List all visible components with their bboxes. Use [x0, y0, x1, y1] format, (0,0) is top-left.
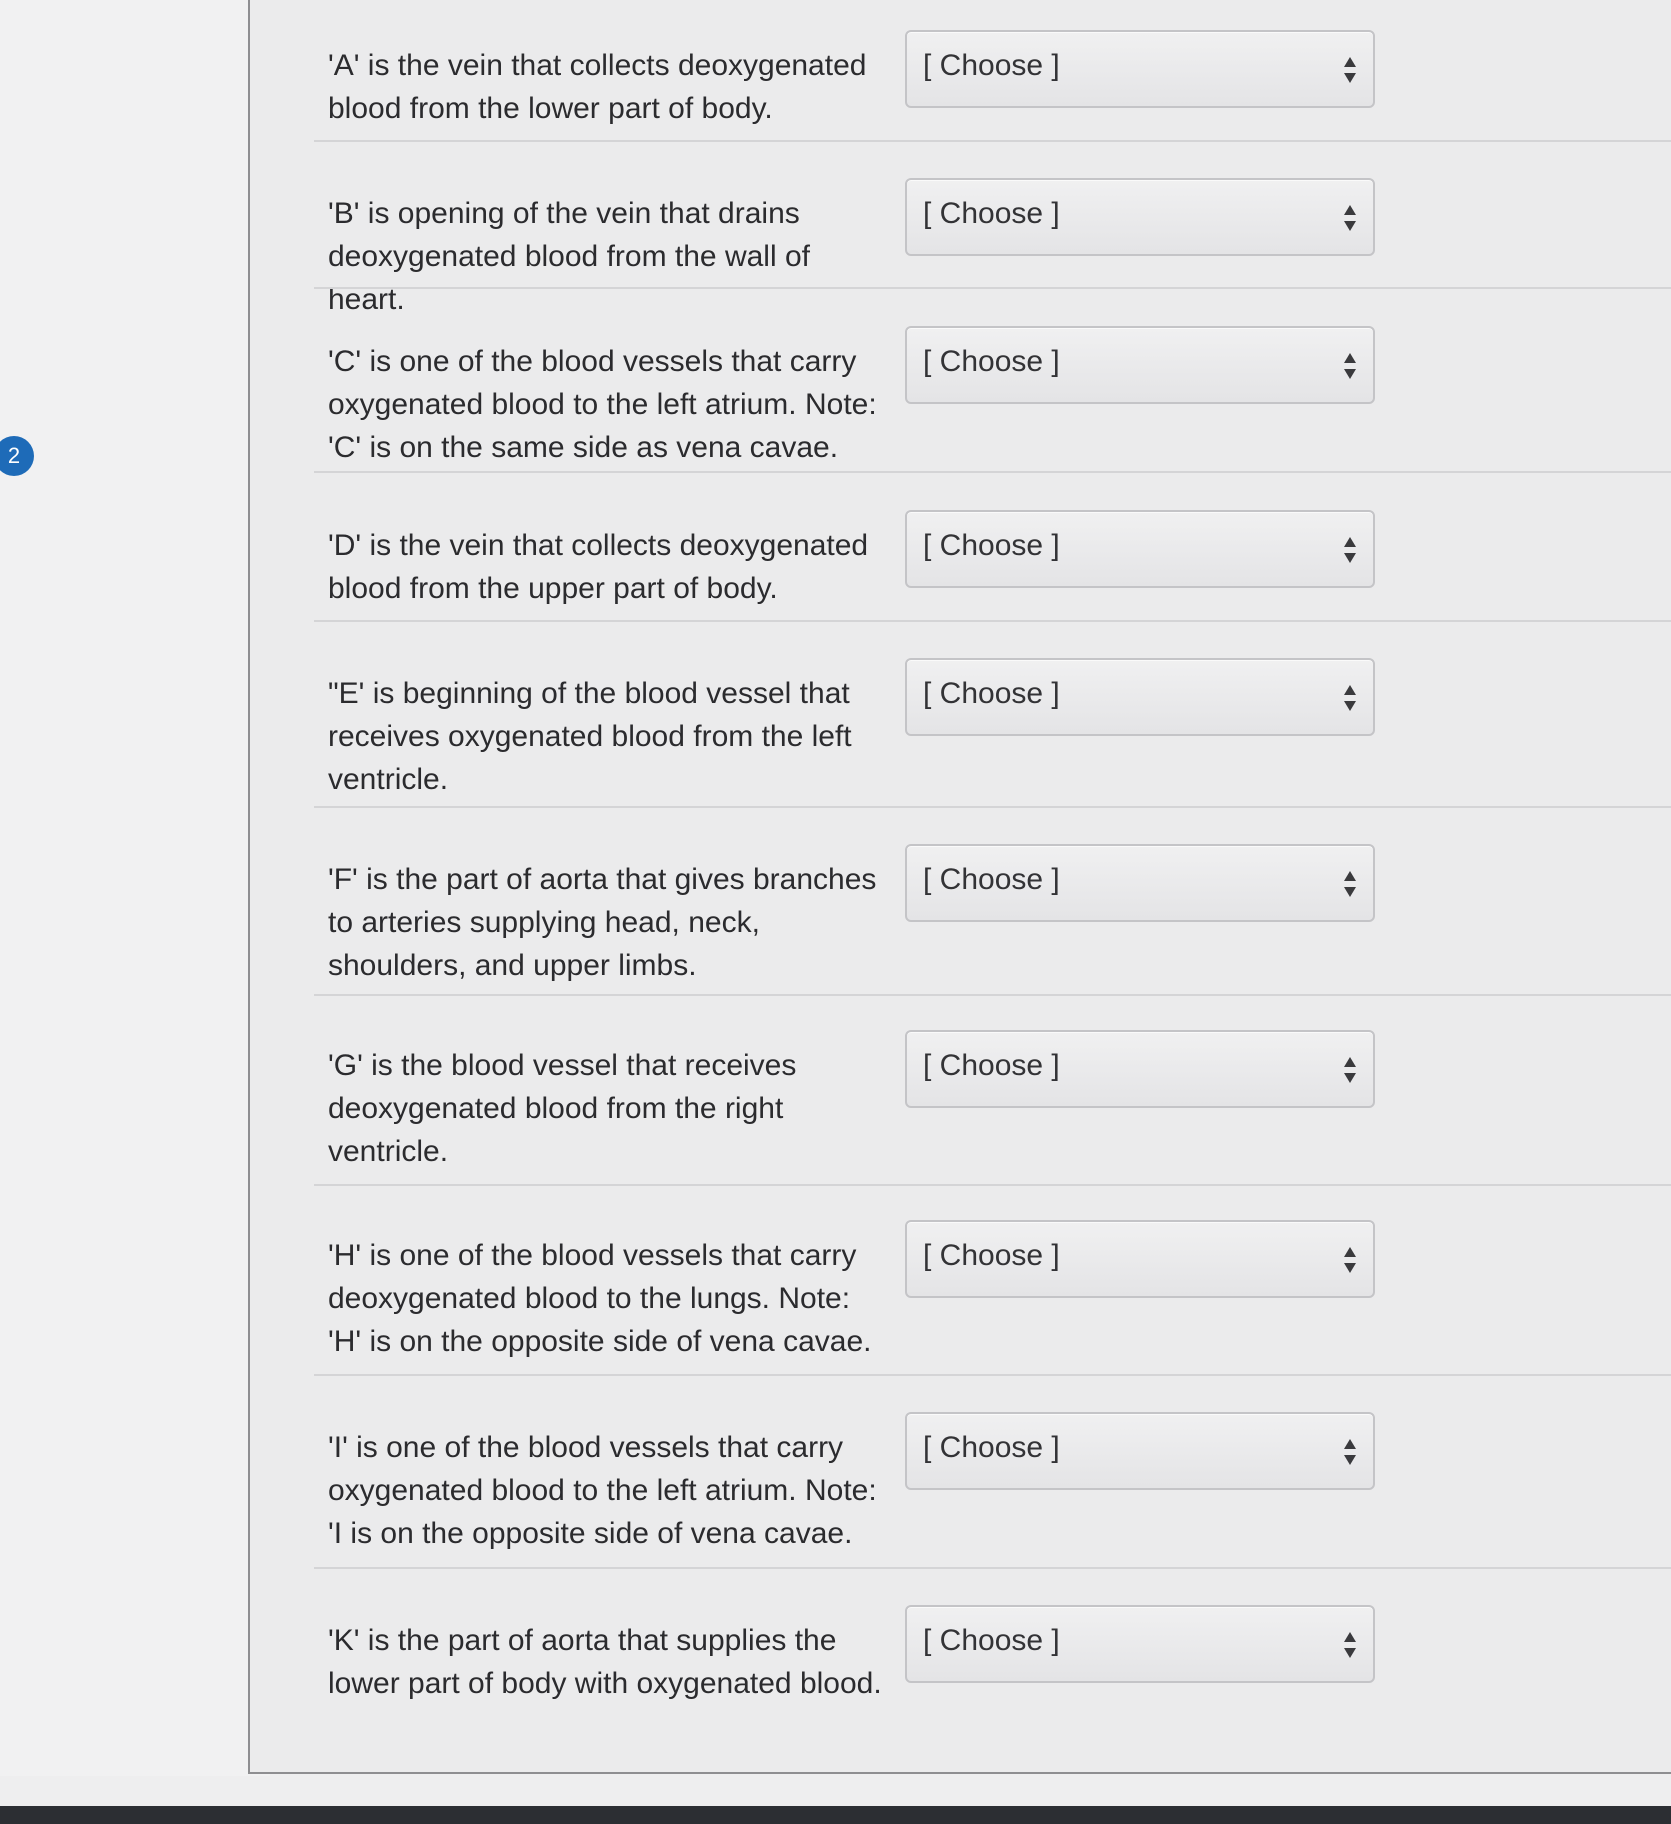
row-divider — [314, 1567, 1671, 1569]
row-prompt-text: 'A' is the vein that collects deoxygenat… — [328, 49, 867, 125]
row-prompt-text: 'I' is one of the blood vessels that car… — [328, 1431, 877, 1550]
answer-select-value: [ Choose ] — [923, 863, 1060, 896]
updown-chevron-icon — [1343, 868, 1357, 900]
answer-select-value: [ Choose ] — [923, 1239, 1060, 1272]
matching-question-panel: 'A' is the vein that collects deoxygenat… — [248, 0, 1671, 1774]
updown-chevron-icon — [1343, 682, 1357, 714]
answer-select[interactable]: [ Choose ] — [905, 1030, 1375, 1108]
updown-chevron-icon — [1343, 1629, 1357, 1661]
updown-chevron-icon — [1343, 54, 1357, 86]
row-prompt-text: 'G' is the blood vessel that receives de… — [328, 1049, 797, 1168]
answer-select[interactable]: [ Choose ] — [905, 510, 1375, 588]
answer-select[interactable]: [ Choose ] — [905, 1412, 1375, 1490]
row-divider — [314, 471, 1671, 473]
row-prompt-text: 'C' is one of the blood vessels that car… — [328, 345, 877, 464]
row-prompt-text: "E' is beginning of the blood vessel tha… — [328, 677, 852, 796]
row-prompt-text: 'K' is the part of aorta that supplies t… — [328, 1624, 882, 1700]
answer-select-value: [ Choose ] — [923, 1624, 1060, 1657]
answer-select-value: [ Choose ] — [923, 197, 1060, 230]
row-divider — [314, 1374, 1671, 1376]
left-margin: 2 — [0, 0, 270, 1776]
row-prompt-text: 'H' is one of the blood vessels that car… — [328, 1239, 872, 1358]
updown-chevron-icon — [1343, 534, 1357, 566]
row-divider — [314, 994, 1671, 996]
row-divider — [314, 806, 1671, 808]
updown-chevron-icon — [1343, 1244, 1357, 1276]
row-divider — [314, 140, 1671, 142]
answer-select-value: [ Choose ] — [923, 1431, 1060, 1464]
updown-chevron-icon — [1343, 350, 1357, 382]
answer-select[interactable]: [ Choose ] — [905, 30, 1375, 108]
answer-select[interactable]: [ Choose ] — [905, 326, 1375, 404]
row-divider — [314, 1184, 1671, 1186]
answer-select-value: [ Choose ] — [923, 677, 1060, 710]
row-prompt-text: 'F' is the part of aorta that gives bran… — [328, 863, 877, 982]
answer-select-value: [ Choose ] — [923, 345, 1060, 378]
row-prompt-text: 'D' is the vein that collects deoxygenat… — [328, 529, 869, 605]
updown-chevron-icon — [1343, 1054, 1357, 1086]
row-divider — [314, 287, 1671, 289]
bottom-edge — [0, 1806, 1671, 1824]
row-divider — [314, 620, 1671, 622]
question-number-badge[interactable]: 2 — [0, 436, 34, 476]
answer-select[interactable]: [ Choose ] — [905, 1605, 1375, 1683]
updown-chevron-icon — [1343, 1436, 1357, 1468]
answer-select-value: [ Choose ] — [923, 1049, 1060, 1082]
answer-select[interactable]: [ Choose ] — [905, 1220, 1375, 1298]
answer-select[interactable]: [ Choose ] — [905, 844, 1375, 922]
row-prompt-text: 'B' is opening of the vein that drains d… — [328, 197, 810, 316]
updown-chevron-icon — [1343, 202, 1357, 234]
answer-select[interactable]: [ Choose ] — [905, 178, 1375, 256]
answer-select-value: [ Choose ] — [923, 529, 1060, 562]
answer-select-value: [ Choose ] — [923, 49, 1060, 82]
answer-select[interactable]: [ Choose ] — [905, 658, 1375, 736]
